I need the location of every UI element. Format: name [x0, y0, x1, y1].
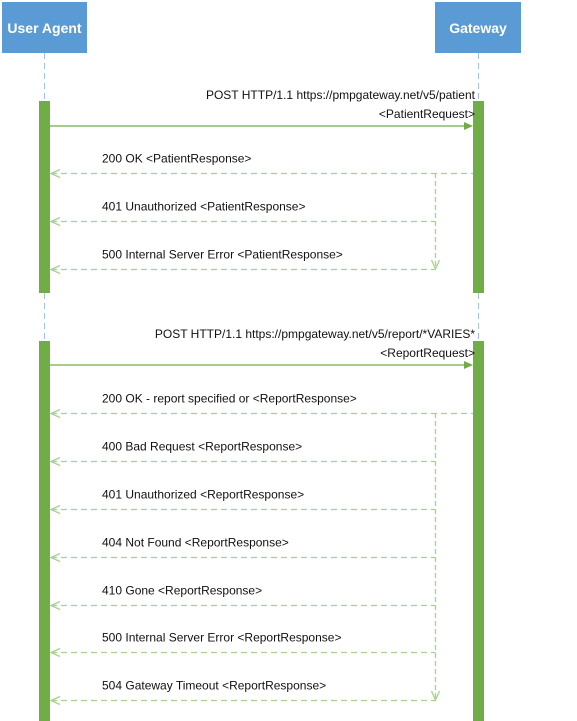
request-label-line1: POST HTTP/1.1 https://pmpgateway.net/v5/… — [206, 88, 476, 102]
response-label: 200 OK - report specified or <ReportResp… — [102, 392, 357, 406]
request-label-line2: <ReportRequest> — [380, 346, 475, 360]
actor-user-agent: User Agent — [2, 2, 87, 53]
arrowhead-icon — [464, 122, 473, 130]
response-label: 500 Internal Server Error <PatientRespon… — [102, 248, 343, 262]
response-label: 500 Internal Server Error <ReportRespons… — [102, 631, 341, 645]
response-label: 404 Not Found <ReportResponse> — [102, 536, 289, 550]
activation-gateway — [473, 341, 484, 721]
arrowhead-icon — [464, 361, 473, 369]
response-label: 400 Bad Request <ReportResponse> — [102, 440, 302, 454]
actor-gateway: Gateway — [435, 2, 521, 53]
response-label: 401 Unauthorized <PatientResponse> — [102, 200, 305, 214]
response-label: 200 OK <PatientResponse> — [102, 152, 251, 166]
response-label: 401 Unauthorized <ReportResponse> — [102, 488, 304, 502]
activation-user-agent — [39, 101, 50, 293]
response-label: 504 Gateway Timeout <ReportResponse> — [102, 679, 326, 693]
response-label: 410 Gone <ReportResponse> — [102, 584, 262, 598]
activation-user-agent — [39, 341, 50, 721]
request-label-line1: POST HTTP/1.1 https://pmpgateway.net/v5/… — [155, 327, 475, 341]
sequence-diagram: POST HTTP/1.1 https://pmpgateway.net/v5/… — [39, 53, 484, 721]
activation-gateway — [473, 101, 484, 293]
request-label-line2: <PatientRequest> — [379, 107, 475, 121]
